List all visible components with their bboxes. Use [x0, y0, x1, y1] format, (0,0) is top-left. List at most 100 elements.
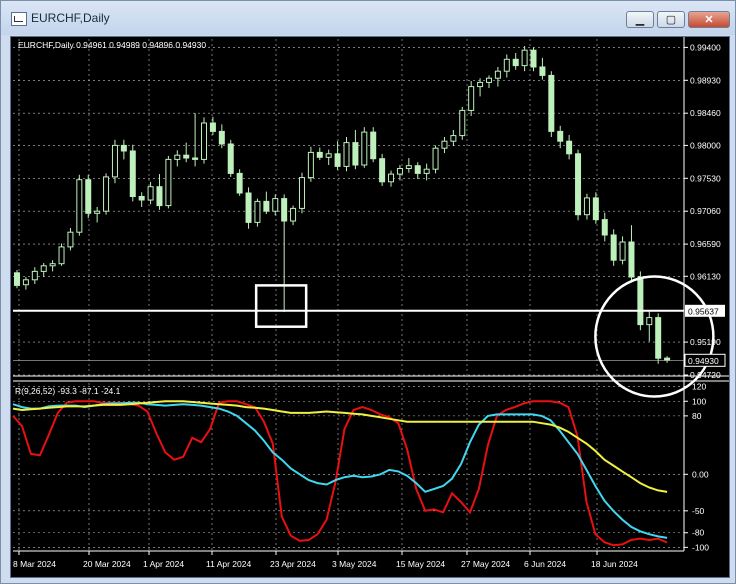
candle-body [298, 177, 305, 209]
indicator-series-line [12, 400, 668, 547]
close-button[interactable]: ✕ [688, 11, 730, 28]
candle-body [165, 158, 172, 207]
indicator-label: 100 [692, 396, 706, 406]
candle-body [290, 207, 297, 222]
candle-body [370, 131, 377, 160]
candle-body [388, 173, 395, 183]
price-label: 0.94720 [690, 370, 721, 380]
candle-body [307, 151, 314, 179]
chart-canvas[interactable]: 0.99400 0.98930 0.98460 0.98000 0.97530 0.970… [11, 37, 729, 577]
candle-body [521, 49, 528, 67]
candle-body [343, 142, 350, 167]
candle-body [192, 157, 199, 160]
candle-body [325, 153, 332, 158]
candle-body [138, 196, 145, 201]
date-label: 11 Apr 2024 [206, 559, 251, 569]
candle-body [147, 186, 154, 201]
candle-body [637, 276, 644, 326]
candle-body [14, 272, 20, 286]
candles [13, 46, 715, 398]
minimize-button[interactable]: ▁ [626, 11, 654, 28]
candle-body [49, 263, 56, 267]
price-label: 0.98930 [690, 75, 721, 85]
candle-body [414, 165, 421, 174]
candle-body [628, 241, 635, 278]
candle-body [450, 135, 457, 142]
candle-body [646, 317, 653, 326]
last-price-label: 0.94930 [688, 356, 719, 366]
candle-body [67, 231, 74, 248]
candle-body [494, 70, 501, 79]
date-label: 18 Jun 2024 [591, 559, 638, 569]
date-label: 3 May 2024 [332, 559, 377, 569]
indicator-lines [12, 400, 668, 547]
indicator-info: R(9,26,52) -93.3 -87.1 -24.1 [15, 386, 121, 396]
candle-body [40, 265, 47, 272]
chart-window: EURCHF,Daily ▁ ▢ ✕ 0.99400 0.98930 0.98460… [0, 0, 736, 584]
candle-body [557, 130, 564, 142]
indicator-series-line [12, 401, 668, 539]
candle-body [281, 198, 288, 222]
candle-body [423, 168, 430, 174]
candle-body [120, 144, 127, 152]
candle-body [530, 49, 537, 68]
price-label: 0.98460 [690, 108, 721, 118]
candle-body [209, 122, 216, 132]
candle-body [85, 179, 92, 214]
candle-body [174, 154, 181, 160]
date-label: 20 Mar 2024 [83, 559, 131, 569]
indicator-label: -100 [692, 542, 709, 552]
price-label: 0.96130 [690, 271, 721, 281]
candle-body [548, 74, 555, 132]
indicator-label: -50 [692, 506, 705, 516]
candle-body [477, 81, 484, 88]
candle-body [272, 198, 279, 212]
candle-body [601, 219, 608, 236]
candle-body [227, 143, 234, 174]
chart-window-icon [11, 12, 27, 26]
indicator-label: 80 [692, 411, 702, 421]
price-label: 0.97060 [690, 206, 721, 216]
candle-body [236, 172, 243, 194]
candle-body [539, 66, 546, 76]
date-label: 6 Jun 2024 [524, 559, 566, 569]
candle-body [485, 77, 492, 83]
grid [13, 37, 729, 552]
candle-body [441, 140, 448, 149]
price-label: 0.98000 [690, 140, 721, 150]
price-axis: 0.99400 0.98930 0.98460 0.98000 0.97530 0.970… [684, 42, 726, 380]
date-label: 27 May 2024 [461, 559, 510, 569]
date-label: 8 Mar 2024 [13, 559, 56, 569]
candle-body [405, 165, 412, 169]
candle-body [245, 192, 252, 223]
candle-body [592, 197, 599, 221]
candle-body [103, 176, 110, 212]
candle-body [22, 279, 29, 286]
maximize-button[interactable]: ▢ [657, 11, 685, 28]
window-title: EURCHF,Daily [31, 11, 110, 25]
indicator-label: 0.00 [692, 469, 709, 479]
title-bar[interactable]: EURCHF,Daily ▁ ▢ ✕ [1, 1, 735, 35]
candle-body [316, 151, 323, 158]
candle-body [334, 153, 341, 167]
candle-body [619, 241, 626, 261]
date-label: 1 Apr 2024 [143, 559, 184, 569]
chart-info: EURCHF,Daily 0.94961 0.94989 0.94896 0.9… [18, 40, 206, 50]
candle-body [218, 130, 225, 145]
chart-area[interactable]: 0.99400 0.98930 0.98460 0.98000 0.97530 0.970… [10, 36, 730, 578]
candle-body [254, 200, 261, 223]
date-axis: 8 Mar 2024 20 Mar 2024 1 Apr 2024 11 Apr 20… [13, 551, 638, 569]
candle-body [31, 270, 38, 281]
candle-body [201, 122, 208, 160]
indicator-label: -80 [692, 528, 705, 538]
candle-body [156, 186, 163, 207]
indicator-label: 120 [692, 382, 706, 392]
candle-body [183, 154, 190, 159]
candle-body [111, 144, 118, 178]
candle-body [432, 147, 439, 170]
candle-body [655, 317, 662, 359]
candle-body [361, 131, 368, 166]
price-label: 0.99400 [690, 42, 721, 52]
candle-body [129, 150, 136, 197]
annotation-rectangle [254, 284, 308, 328]
